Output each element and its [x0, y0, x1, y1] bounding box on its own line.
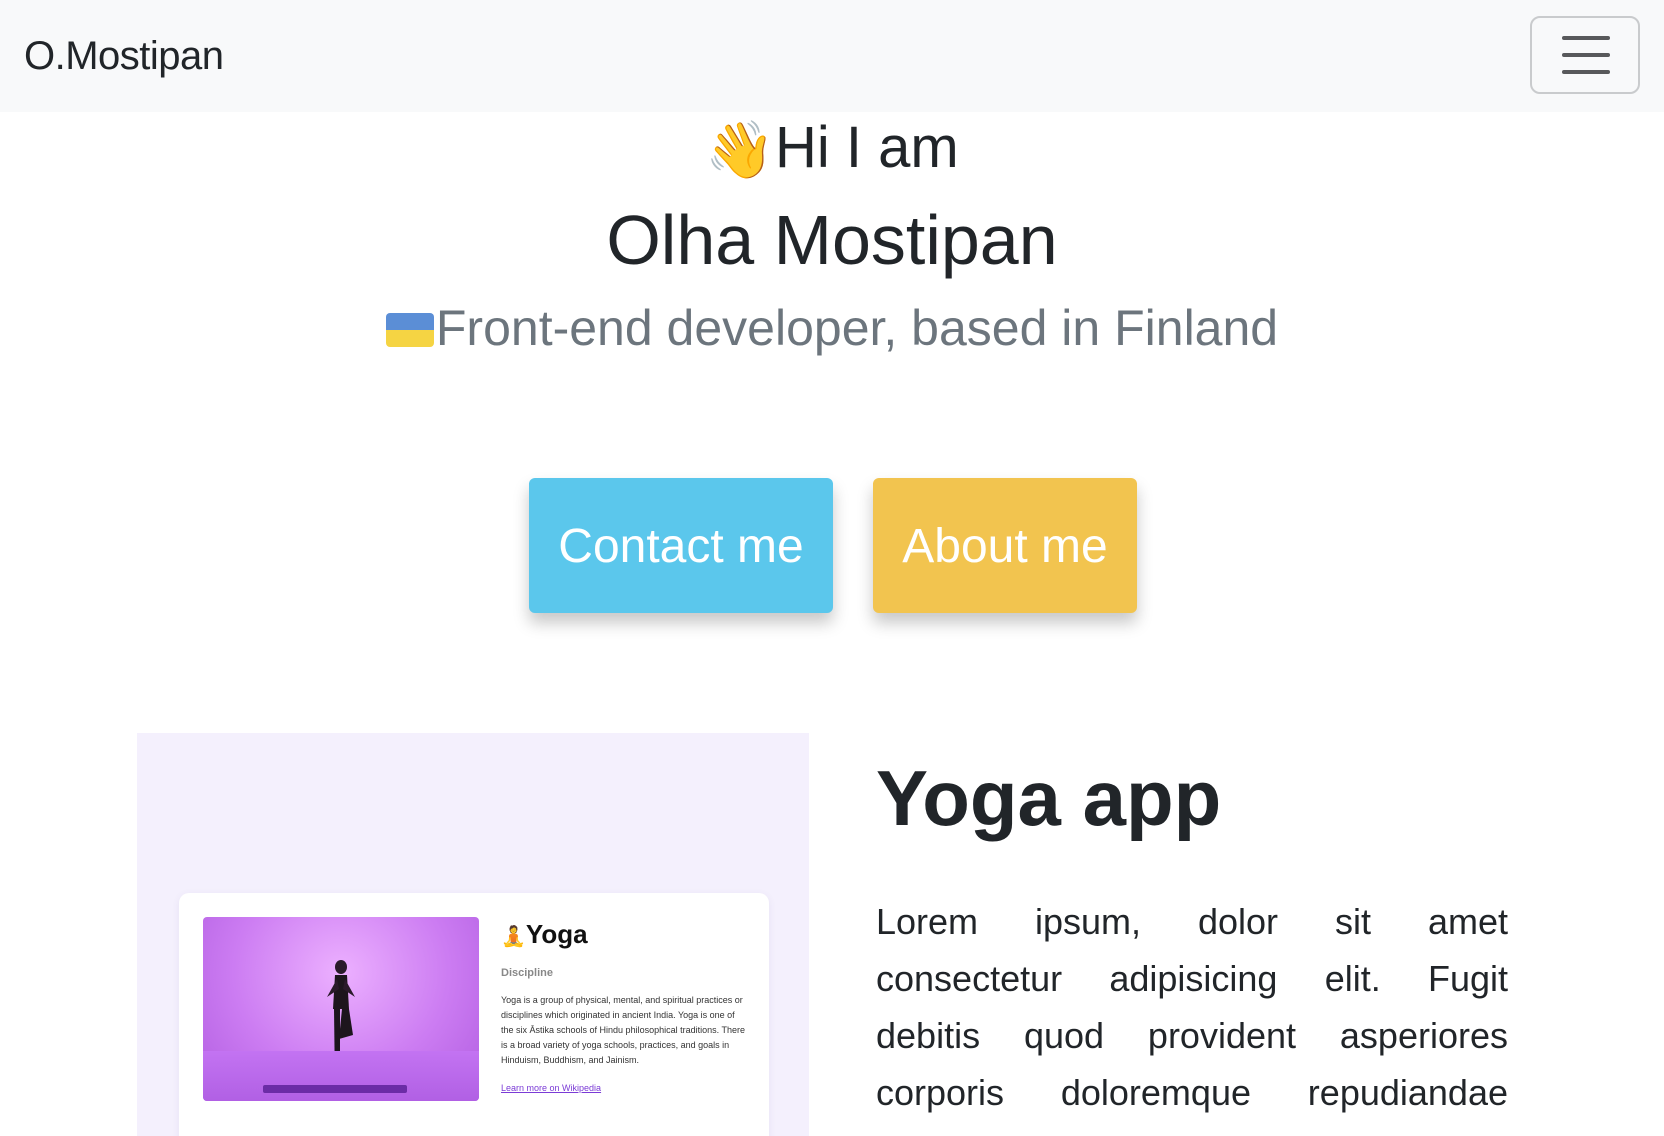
navbar: O.Mostipan: [0, 0, 1664, 112]
waving-hand-icon: 👋: [705, 118, 776, 181]
project-preview-image[interactable]: 🧘Yoga Discipline Yoga is a group of phys…: [137, 733, 809, 1136]
yoga-photo: [203, 917, 479, 1101]
hero-greeting: 👋Hi I am: [0, 112, 1664, 186]
contact-me-button[interactable]: Contact me: [529, 478, 833, 613]
role-text: Front-end developer, based in Finland: [435, 300, 1279, 356]
preview-title: 🧘Yoga: [501, 919, 588, 950]
about-me-button[interactable]: About me: [873, 478, 1137, 613]
brand-link[interactable]: O.Mostipan: [24, 30, 224, 82]
preview-description: Yoga is a group of physical, mental, and…: [501, 995, 745, 1065]
preview-wikipedia-link: Learn more on Wikipedia: [501, 1083, 602, 1093]
yoga-mat: [263, 1085, 407, 1093]
ukraine-flag-icon: [385, 313, 434, 347]
project-title: Yoga app: [876, 754, 1222, 842]
preview-card: 🧘Yoga Discipline Yoga is a group of phys…: [179, 893, 769, 1136]
lotus-position-icon: 🧘: [501, 926, 526, 948]
greeting-text: Hi I am: [775, 115, 959, 180]
preview-title-text: Yoga: [525, 919, 588, 949]
project-description: Lorem ipsum, dolor sit amet consectetur …: [876, 901, 1508, 1113]
hero-role: Front-end developer, based in Finland: [0, 296, 1664, 360]
navbar-toggle-button[interactable]: [1530, 16, 1640, 94]
hero-name: Olha Mostipan: [606, 201, 1058, 279]
preview-subtitle: Discipline: [501, 967, 553, 979]
